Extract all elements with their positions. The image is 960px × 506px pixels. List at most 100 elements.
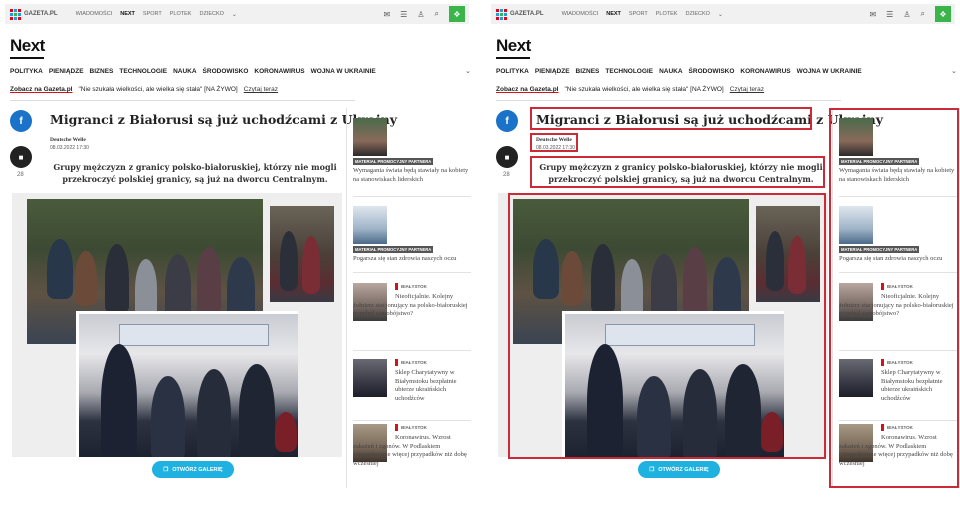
category-nav: POLITYKA PIENIĄDZE BIZNES TECHNOLOGIE NA… bbox=[496, 68, 862, 75]
logo-text: GAZETA.PL bbox=[24, 11, 58, 17]
promo-see[interactable]: Zobacz na Gazeta.pl bbox=[10, 86, 73, 93]
sidebar-title[interactable]: Pogarsza się stan zdrowia naszych oczu bbox=[353, 255, 471, 264]
facebook-icon[interactable]: f bbox=[496, 110, 518, 132]
logo-mark-icon bbox=[9, 8, 21, 20]
chevron-down-icon[interactable]: ⌄ bbox=[718, 11, 723, 18]
top-nav: WIADOMOŚCI NEXT SPORT PLOTEK DZIECKO ⌄ bbox=[562, 11, 723, 18]
photo-gallery[interactable] bbox=[12, 193, 342, 457]
nav-sport[interactable]: SPORT bbox=[143, 11, 162, 18]
gift-icon[interactable]: ❖ bbox=[935, 6, 951, 22]
chat-icon[interactable]: ☰ bbox=[886, 10, 893, 19]
cat-srodowisko[interactable]: ŚRODOWISKO bbox=[689, 68, 735, 75]
logo-mark-icon bbox=[495, 8, 507, 20]
category-chevron-icon[interactable]: ⌄ bbox=[465, 67, 471, 75]
nav-next[interactable]: NEXT bbox=[120, 11, 135, 18]
sidebar-title[interactable]: Wymagania świata będą stawiały na kobiet… bbox=[353, 167, 471, 184]
cat-technologie[interactable]: TECHNOLOGIE bbox=[119, 68, 167, 75]
category-chevron-icon[interactable]: ⌄ bbox=[951, 67, 957, 75]
divider bbox=[10, 100, 355, 101]
sidebar-thumb bbox=[353, 359, 387, 397]
sidebar-item[interactable]: MATERIAŁ PROMOCYJNY PARTNERA Wymagania ś… bbox=[353, 118, 471, 188]
gallery-icon: ❐ bbox=[649, 466, 655, 473]
gift-icon[interactable]: ❖ bbox=[449, 6, 465, 22]
open-gallery-button[interactable]: ❐ OTWÓRZ GALERIĘ bbox=[638, 461, 720, 478]
mail-icon[interactable]: ✉ bbox=[383, 10, 390, 19]
promo-see[interactable]: Zobacz na Gazeta.pl bbox=[496, 86, 559, 93]
sidebar-title[interactable]: Koronawirus. Wzrost zakażeń i zgonów. W … bbox=[353, 434, 471, 468]
open-gallery-label: OTWÓRZ GALERIĘ bbox=[172, 466, 223, 473]
nav-wiadomosci[interactable]: WIADOMOŚCI bbox=[76, 11, 113, 18]
nav-next[interactable]: NEXT bbox=[606, 11, 621, 18]
facebook-icon[interactable]: f bbox=[10, 110, 32, 132]
nav-sport[interactable]: SPORT bbox=[629, 11, 648, 18]
nav-wiadomosci[interactable]: WIADOMOŚCI bbox=[562, 11, 599, 18]
user-icon[interactable]: ♙ bbox=[417, 10, 424, 19]
sidebar-item[interactable]: BIAŁYSTOK Nieoficjalnie. Kolejny żołnier… bbox=[353, 281, 471, 345]
brand-title[interactable]: Next bbox=[496, 36, 531, 56]
promo-quote: "Nie szukała wielkości, ale wielka się s… bbox=[78, 86, 238, 93]
sidebar-item[interactable]: BIAŁYSTOK Koronawirus. Wzrost zakażeń i … bbox=[353, 424, 471, 486]
open-gallery-button[interactable]: ❐ OTWÓRZ GALERIĘ bbox=[152, 461, 234, 478]
city-marker bbox=[395, 283, 398, 290]
nav-dziecko[interactable]: DZIECKO bbox=[685, 11, 709, 18]
search-icon[interactable]: ⌕ bbox=[435, 9, 439, 19]
gazeta-logo[interactable]: GAZETA.PL bbox=[495, 8, 544, 20]
article-lead: Grupy mężczyzn z granicy polsko-białorus… bbox=[53, 162, 337, 184]
promo-read-link[interactable]: Czytaj teraz bbox=[730, 86, 764, 93]
cat-biznes[interactable]: BIZNES bbox=[576, 68, 600, 75]
cat-wojna[interactable]: WOJNA W UKRAINIE bbox=[797, 68, 862, 75]
cat-wojna[interactable]: WOJNA W UKRAINIE bbox=[311, 68, 376, 75]
user-icon[interactable]: ♙ bbox=[903, 10, 910, 19]
cat-nauka[interactable]: NAUKA bbox=[173, 68, 196, 75]
cat-pieniadze[interactable]: PIENIĄDZE bbox=[49, 68, 84, 75]
sidebar-item[interactable]: MATERIAŁ PROMOCYJNY PARTNERA Pogarsza si… bbox=[353, 206, 471, 266]
cat-polityka[interactable]: POLITYKA bbox=[10, 68, 43, 75]
brand-underline bbox=[10, 57, 44, 59]
sidebar-item[interactable]: BIAŁYSTOK Sklep Charytatywny w Białymsto… bbox=[353, 357, 471, 417]
brand-title[interactable]: Next bbox=[10, 36, 45, 56]
promo-read-link[interactable]: Czytaj teraz bbox=[244, 86, 278, 93]
promo-strip: Zobacz na Gazeta.pl "Nie szukała wielkoś… bbox=[10, 86, 278, 93]
tool-icons: ✉ ☰ ♙ ⌕ ❖ bbox=[383, 6, 465, 22]
mail-icon[interactable]: ✉ bbox=[869, 10, 876, 19]
sponsored-tag: MATERIAŁ PROMOCYJNY PARTNERA bbox=[353, 246, 434, 253]
divider bbox=[353, 272, 471, 273]
cat-polityka[interactable]: POLITYKA bbox=[496, 68, 529, 75]
promo-strip: Zobacz na Gazeta.pl "Nie szukała wielkoś… bbox=[496, 86, 764, 93]
cat-srodowisko[interactable]: ŚRODOWISKO bbox=[203, 68, 249, 75]
cat-koronawirus[interactable]: KORONAWIRUS bbox=[740, 68, 790, 75]
sidebar-thumb bbox=[353, 206, 387, 244]
screenshot-annotated: GAZETA.PL WIADOMOŚCI NEXT SPORT PLOTEK D… bbox=[486, 0, 960, 506]
cat-nauka[interactable]: NAUKA bbox=[659, 68, 682, 75]
nav-plotek[interactable]: PLOTEK bbox=[170, 11, 192, 18]
chat-icon[interactable]: ☰ bbox=[400, 10, 407, 19]
article-author[interactable]: Deutsche Welle bbox=[50, 137, 86, 143]
city-marker bbox=[395, 359, 398, 366]
sidebar-divider bbox=[346, 108, 347, 488]
gallery-photo-station[interactable] bbox=[76, 311, 298, 457]
divider bbox=[353, 350, 471, 351]
nav-dziecko[interactable]: DZIECKO bbox=[199, 11, 223, 18]
sponsored-tag: MATERIAŁ PROMOCYJNY PARTNERA bbox=[353, 158, 434, 165]
nav-plotek[interactable]: PLOTEK bbox=[656, 11, 678, 18]
sidebar-thumb bbox=[353, 118, 387, 156]
highlight-box-sidebar bbox=[829, 108, 959, 488]
cat-pieniadze[interactable]: PIENIĄDZE bbox=[535, 68, 570, 75]
search-icon[interactable]: ⌕ bbox=[921, 9, 925, 19]
comment-count: 28 bbox=[503, 172, 510, 178]
screenshot-original: GAZETA.PL WIADOMOŚCI NEXT SPORT PLOTEK D… bbox=[0, 0, 474, 506]
cat-biznes[interactable]: BIZNES bbox=[90, 68, 114, 75]
gallery-photo-side[interactable] bbox=[270, 206, 334, 302]
comment-icon[interactable]: ■ bbox=[10, 146, 32, 168]
gazeta-logo[interactable]: GAZETA.PL bbox=[9, 8, 58, 20]
sidebar-title[interactable]: Sklep Charytatywny w Białymstoku bezpłat… bbox=[395, 369, 471, 403]
sidebar-title[interactable]: Nieoficjalnie. Kolejny żołnierz stacjonu… bbox=[353, 293, 471, 319]
comment-icon[interactable]: ■ bbox=[496, 146, 518, 168]
highlight-box-lead bbox=[530, 156, 825, 188]
chevron-down-icon[interactable]: ⌄ bbox=[232, 11, 237, 18]
cat-technologie[interactable]: TECHNOLOGIE bbox=[605, 68, 653, 75]
comment-count: 28 bbox=[17, 172, 24, 178]
cat-koronawirus[interactable]: KORONAWIRUS bbox=[254, 68, 304, 75]
tool-icons: ✉ ☰ ♙ ⌕ ❖ bbox=[869, 6, 951, 22]
highlight-box-gallery bbox=[508, 193, 826, 459]
